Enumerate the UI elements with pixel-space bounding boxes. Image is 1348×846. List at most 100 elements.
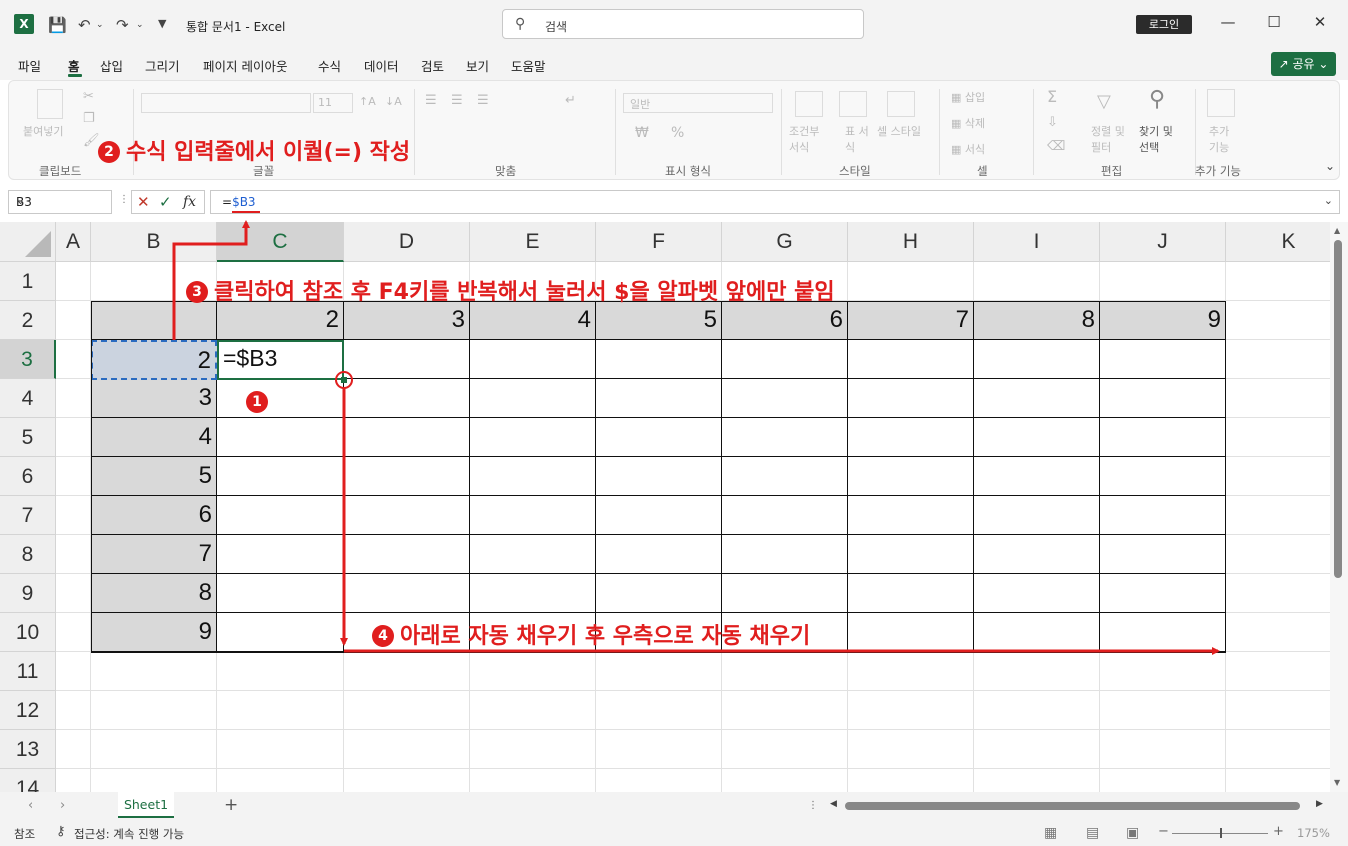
- cell-b4[interactable]: 3: [91, 379, 217, 418]
- vertical-scrollbar[interactable]: ▲ ▼: [1330, 222, 1348, 792]
- align-bottom-icon[interactable]: ☰: [477, 93, 489, 108]
- column-header-d[interactable]: D: [344, 222, 470, 262]
- cell-a14[interactable]: [56, 769, 91, 792]
- cell-a5[interactable]: [56, 418, 91, 457]
- undo-dropdown-icon[interactable]: ⌄: [96, 20, 104, 30]
- copy-icon[interactable]: ❐: [83, 111, 95, 126]
- cell-b7[interactable]: 6: [91, 496, 217, 535]
- format-cells-button[interactable]: ▦ 서식: [951, 141, 985, 157]
- cell-c4[interactable]: [217, 379, 344, 418]
- cell-g4[interactable]: [722, 379, 848, 418]
- cell-b6[interactable]: 5: [91, 457, 217, 496]
- menu-file[interactable]: 파일: [18, 56, 41, 75]
- zoom-out-icon[interactable]: −: [1158, 824, 1169, 839]
- menu-formulas[interactable]: 수식: [318, 56, 341, 75]
- cell-j6[interactable]: [1100, 457, 1226, 496]
- column-header-c[interactable]: C: [217, 222, 344, 262]
- cell-i12[interactable]: [974, 691, 1100, 730]
- zoom-in-icon[interactable]: +: [1273, 824, 1284, 839]
- cell-i8[interactable]: [974, 535, 1100, 574]
- search-input[interactable]: ⚲ 검색: [502, 9, 864, 39]
- cell-j12[interactable]: [1100, 691, 1226, 730]
- save-icon[interactable]: 💾: [48, 16, 67, 34]
- cell-i13[interactable]: [974, 730, 1100, 769]
- cell-e11[interactable]: [470, 652, 596, 691]
- clear-icon[interactable]: ⌫: [1047, 139, 1065, 154]
- cell-e8[interactable]: [470, 535, 596, 574]
- cell-e13[interactable]: [470, 730, 596, 769]
- cell-b10[interactable]: 9: [91, 613, 217, 652]
- accessibility-status[interactable]: 접근성: 계속 진행 가능: [74, 826, 184, 842]
- menu-page-layout[interactable]: 페이지 레이아웃: [203, 56, 287, 75]
- cell-k11[interactable]: [1226, 652, 1330, 691]
- cell-h12[interactable]: [848, 691, 974, 730]
- column-header-b[interactable]: B: [91, 222, 217, 262]
- insert-function-icon[interactable]: fx: [183, 194, 196, 210]
- font-size-select[interactable]: 11: [313, 93, 353, 113]
- horizontal-scroll-thumb[interactable]: [845, 802, 1300, 810]
- next-sheet-icon[interactable]: ›: [60, 798, 65, 813]
- cell-f3[interactable]: [596, 340, 722, 379]
- row-header-12[interactable]: 12: [0, 691, 56, 730]
- cell-e9[interactable]: [470, 574, 596, 613]
- cell-d7[interactable]: [344, 496, 470, 535]
- cell-h5[interactable]: [848, 418, 974, 457]
- vertical-scroll-thumb[interactable]: [1334, 240, 1342, 578]
- cell-a4[interactable]: [56, 379, 91, 418]
- cell-c9[interactable]: [217, 574, 344, 613]
- zoom-slider-handle[interactable]: [1220, 828, 1222, 838]
- shrink-font-icon[interactable]: ↓A: [385, 95, 402, 108]
- cell-i11[interactable]: [974, 652, 1100, 691]
- customize-icon[interactable]: ▼: [158, 17, 166, 30]
- row-header-9[interactable]: 9: [0, 574, 56, 613]
- chevron-down-icon[interactable]: ⌄: [16, 194, 105, 207]
- menu-draw[interactable]: 그리기: [145, 56, 180, 75]
- cell-k7[interactable]: [1226, 496, 1330, 535]
- wrap-text-icon[interactable]: ↵: [565, 93, 576, 108]
- font-name-select[interactable]: [141, 93, 311, 113]
- row-header-3[interactable]: 3: [0, 340, 56, 379]
- ribbon-collapse-icon[interactable]: ⌄: [1325, 159, 1335, 173]
- column-header-g[interactable]: G: [722, 222, 848, 262]
- cell-d6[interactable]: [344, 457, 470, 496]
- cell-j8[interactable]: [1100, 535, 1226, 574]
- row-header-5[interactable]: 5: [0, 418, 56, 457]
- prev-sheet-icon[interactable]: ‹: [28, 798, 33, 813]
- undo-icon[interactable]: ↶: [78, 16, 91, 34]
- cell-k10[interactable]: [1226, 613, 1330, 652]
- cell-f5[interactable]: [596, 418, 722, 457]
- conditional-format-icon[interactable]: [795, 91, 823, 117]
- cell-d12[interactable]: [344, 691, 470, 730]
- cell-j7[interactable]: [1100, 496, 1226, 535]
- row-header-6[interactable]: 6: [0, 457, 56, 496]
- redo-icon[interactable]: ↷: [116, 16, 129, 34]
- menu-insert[interactable]: 삽입: [100, 56, 123, 75]
- column-header-k[interactable]: K: [1226, 222, 1330, 262]
- cell-e2[interactable]: 4: [470, 301, 596, 340]
- cell-a7[interactable]: [56, 496, 91, 535]
- cell-d11[interactable]: [344, 652, 470, 691]
- menu-home[interactable]: 홈: [68, 56, 80, 75]
- cell-a8[interactable]: [56, 535, 91, 574]
- cell-j10[interactable]: [1100, 613, 1226, 652]
- cell-d8[interactable]: [344, 535, 470, 574]
- accessibility-icon[interactable]: ⚷: [56, 824, 66, 839]
- cell-j4[interactable]: [1100, 379, 1226, 418]
- column-header-h[interactable]: H: [848, 222, 974, 262]
- cut-icon[interactable]: ✂: [83, 89, 94, 104]
- cell-j3[interactable]: [1100, 340, 1226, 379]
- cell-d5[interactable]: [344, 418, 470, 457]
- row-header-13[interactable]: 13: [0, 730, 56, 769]
- cell-e5[interactable]: [470, 418, 596, 457]
- row-header-7[interactable]: 7: [0, 496, 56, 535]
- scroll-up-icon[interactable]: ▲: [1334, 226, 1340, 235]
- cell-f7[interactable]: [596, 496, 722, 535]
- cell-c11[interactable]: [217, 652, 344, 691]
- minimize-icon[interactable]: —: [1218, 13, 1238, 31]
- cell-g9[interactable]: [722, 574, 848, 613]
- grow-font-icon[interactable]: ↑A: [359, 95, 376, 108]
- autosum-icon[interactable]: Σ: [1047, 87, 1057, 106]
- cell-b2[interactable]: [91, 301, 217, 340]
- column-header-a[interactable]: A: [56, 222, 91, 262]
- currency-icon[interactable]: ₩: [635, 125, 649, 141]
